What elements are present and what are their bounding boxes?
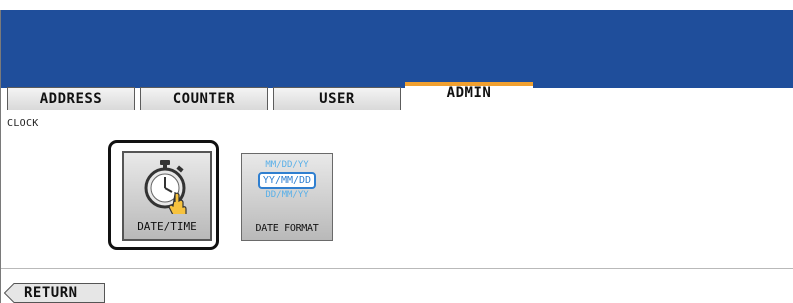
date-format-label: DATE FORMAT: [255, 223, 319, 234]
tab-address[interactable]: ADDRESS: [7, 87, 135, 110]
tab-user[interactable]: USER: [273, 87, 401, 110]
tab-admin-label: ADMIN: [446, 84, 492, 101]
active-tab-accent: [405, 82, 533, 86]
date-time-button[interactable]: DATE/TIME: [122, 151, 212, 241]
format-option-dmy: DD/MM/YY: [265, 190, 309, 200]
tab-counter-label: COUNTER: [172, 91, 236, 107]
tab-user-label: USER: [319, 91, 355, 107]
tab-address-label: ADDRESS: [39, 91, 103, 107]
date-format-button[interactable]: MM/DD/YY YY/MM/DD DD/MM/YY DATE FORMAT: [241, 153, 333, 241]
date-time-label: DATE/TIME: [137, 220, 197, 233]
format-option-mdy: MM/DD/YY: [265, 160, 309, 170]
header-bar: [1, 10, 793, 88]
top-margin: [0, 0, 793, 10]
return-button[interactable]: RETURN: [4, 283, 105, 303]
date-format-options: MM/DD/YY YY/MM/DD DD/MM/YY: [257, 160, 317, 201]
section-title: CLOCK: [7, 118, 39, 129]
tab-bar: ADDRESS COUNTER USER ADMIN: [1, 82, 793, 111]
format-option-ymd-selected: YY/MM/DD: [257, 172, 317, 189]
return-label: RETURN: [24, 285, 78, 301]
tab-admin[interactable]: ADMIN: [405, 82, 533, 111]
footer-divider: [1, 268, 793, 269]
tab-counter[interactable]: COUNTER: [140, 87, 268, 110]
stopwatch-hand-icon: [144, 160, 187, 214]
